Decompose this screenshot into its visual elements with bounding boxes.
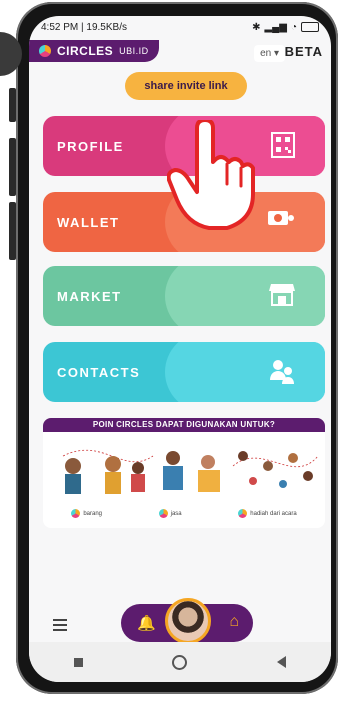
card-decoration <box>165 342 325 402</box>
caption-event-gifts: hadiah dari acara <box>238 509 297 518</box>
recent-apps-icon[interactable] <box>73 657 83 667</box>
wifi-icon: ◔ <box>290 21 297 33</box>
language-value: en <box>260 48 272 59</box>
app-screen: 4:52 PM | 19.5KB/s ✱ ▂▄▆ ◔ CIRCLES UBI.ID… <box>29 16 331 682</box>
android-navigation-bar <box>29 642 331 682</box>
home-icon[interactable]: ⌂ <box>229 613 239 631</box>
status-bar: 4:52 PM | 19.5KB/s ✱ ▂▄▆ ◔ <box>29 16 331 38</box>
volume-button <box>9 88 16 122</box>
battery-icon <box>301 22 319 32</box>
share-invite-link-button[interactable]: share invite link <box>125 72 247 100</box>
caption-text: hadiah dari acara <box>250 510 297 517</box>
dropdown-icon: ▾ <box>273 48 279 59</box>
bottom-action-bar: 🔔 ⌂ <box>121 598 253 644</box>
circles-logo-icon <box>39 45 51 57</box>
status-time: 4:52 PM | 19.5KB/s <box>41 21 127 33</box>
menu-icon[interactable] <box>53 616 67 634</box>
avatar[interactable] <box>165 598 211 644</box>
home-nav-icon[interactable] <box>172 654 188 670</box>
app-logo: CIRCLES UBI.ID <box>29 40 159 62</box>
contacts-label: CONTACTS <box>57 364 141 380</box>
pointing-hand-icon <box>167 120 255 230</box>
card-decoration <box>165 266 325 326</box>
marketplace-illustration <box>62 449 319 494</box>
caption-text: jasa <box>170 510 182 517</box>
caption-text: barang <box>83 510 102 517</box>
app-header: CIRCLES UBI.ID en ▾ BETA <box>29 40 331 68</box>
banner-captions: barang jasa hadiah dari acara <box>43 509 325 518</box>
people-icon <box>270 360 294 384</box>
qr-code-icon <box>271 132 295 158</box>
logo-text: CIRCLES <box>57 44 114 58</box>
profile-label: PROFILE <box>57 138 124 154</box>
banner-title: POIN CIRCLES DAPAT DIGUNAKAN UNTUK? <box>43 418 325 432</box>
store-icon <box>269 284 295 306</box>
contacts-card[interactable]: CONTACTS <box>43 342 325 402</box>
language-selector[interactable]: en ▾ <box>254 45 285 62</box>
market-card[interactable]: MARKET <box>43 266 325 326</box>
volume-button <box>9 138 16 196</box>
power-button <box>9 202 16 260</box>
market-label: MARKET <box>57 288 122 304</box>
beta-label: BETA <box>284 44 323 59</box>
logo-suffix: UBI.ID <box>119 46 149 56</box>
caption-goods: barang <box>71 509 102 518</box>
bluetooth-icon: ✱ <box>252 21 261 33</box>
circles-logo-icon <box>238 509 248 518</box>
caption-services: jasa <box>158 509 182 518</box>
signal-icon: ▂▄▆ <box>264 21 287 33</box>
wallet-label: WALLET <box>57 214 120 230</box>
circles-logo-icon <box>158 509 168 518</box>
wallet-icon <box>268 211 294 225</box>
status-icons: ✱ ▂▄▆ ◔ <box>252 22 319 33</box>
points-usage-banner: POIN CIRCLES DAPAT DIGUNAKAN UNTUK? bara… <box>43 418 325 528</box>
circles-logo-icon <box>71 509 81 518</box>
notification-bell-icon[interactable]: 🔔 <box>137 614 156 632</box>
back-icon[interactable] <box>277 656 287 668</box>
